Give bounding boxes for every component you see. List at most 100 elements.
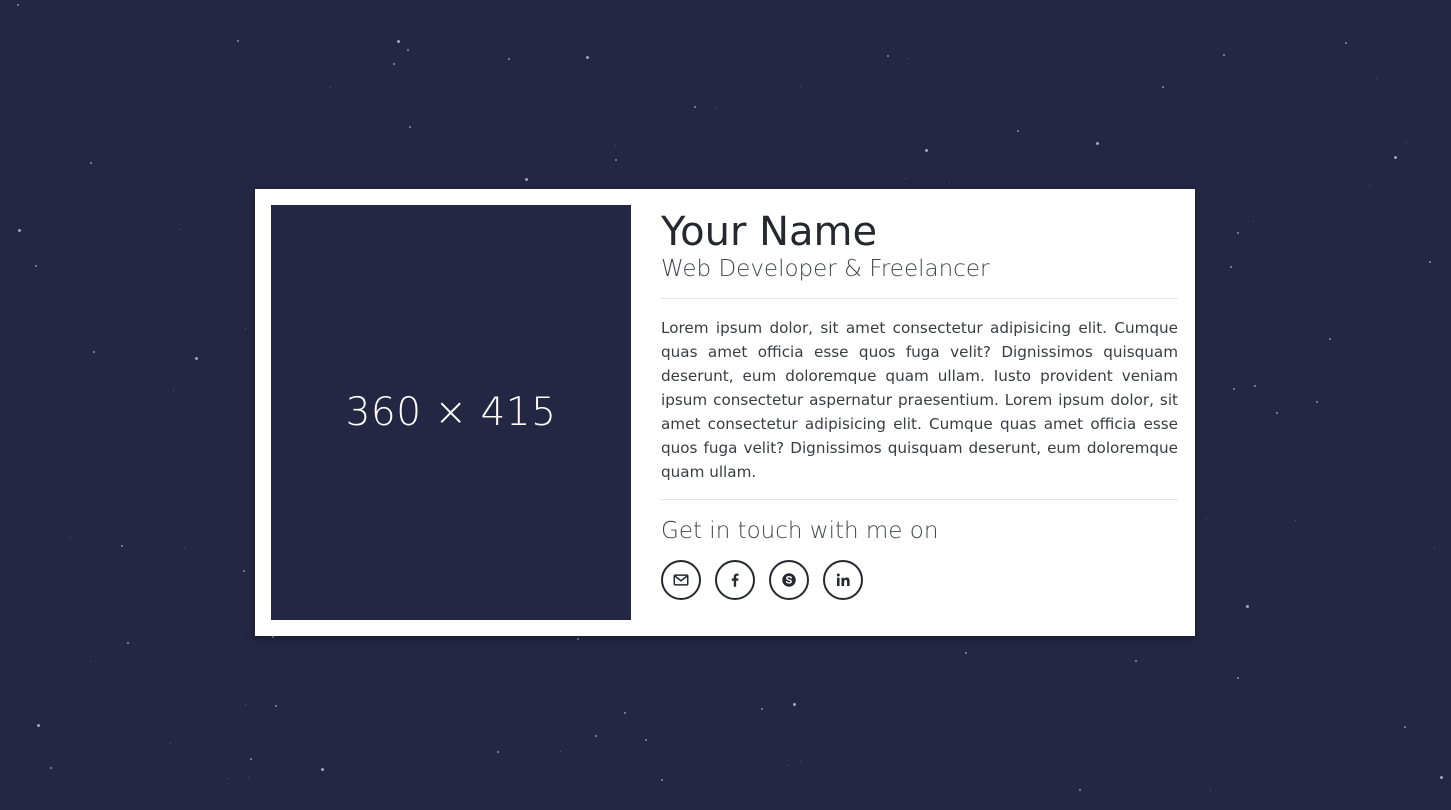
star-dot [1205, 517, 1207, 519]
skype-icon [782, 573, 796, 587]
star-dot [1345, 42, 1347, 44]
star-dot [787, 764, 789, 766]
star-dot [1095, 141, 1099, 145]
star-dot [508, 58, 510, 60]
star-dot [1237, 232, 1239, 234]
star-dot [694, 106, 696, 108]
star-dot [275, 705, 277, 707]
profile-info: Your Name Web Developer & Freelancer Lor… [661, 209, 1178, 600]
star-dot [1393, 155, 1397, 159]
email-icon [673, 574, 689, 586]
star-dot [69, 536, 71, 538]
profile-card: 360 × 415 Your Name Web Developer & Free… [255, 189, 1195, 636]
star-dot [407, 49, 409, 51]
star-dot [17, 228, 21, 232]
star-dot [172, 389, 174, 391]
star-dot [50, 767, 52, 769]
star-dot [761, 708, 763, 710]
star-dot [1162, 86, 1164, 88]
star-dot [396, 39, 400, 43]
star-dot [1230, 266, 1232, 268]
star-dot [906, 57, 908, 59]
profile-name: Your Name [661, 209, 878, 255]
star-dot [595, 735, 597, 737]
star-dot [244, 703, 246, 705]
facebook-button[interactable] [715, 560, 755, 600]
star-dot [1017, 130, 1019, 132]
star-dot [250, 758, 252, 760]
star-dot [393, 63, 395, 65]
star-dot [799, 85, 801, 87]
social-links [661, 560, 1178, 600]
star-dot [93, 351, 95, 353]
star-dot [272, 636, 274, 638]
star-dot [1245, 604, 1249, 608]
star-dot [36, 723, 40, 727]
star-dot [1405, 141, 1407, 143]
star-dot [1237, 677, 1239, 679]
star-dot [1223, 54, 1225, 56]
star-dot [35, 265, 37, 267]
star-dot [661, 779, 663, 781]
star-dot [1375, 77, 1377, 79]
star-dot [121, 545, 123, 547]
star-dot [227, 777, 229, 779]
divider [661, 298, 1178, 299]
star-dot [1276, 412, 1278, 414]
profile-bio: Lorem ipsum dolor, sit amet consectetur … [661, 319, 1178, 481]
star-dot [887, 55, 889, 57]
star-dot [965, 652, 967, 654]
profile-title: Web Developer & Freelancer [661, 256, 990, 282]
star-dot [320, 767, 324, 771]
star-dot [645, 739, 647, 741]
star-dot [1252, 220, 1254, 222]
star-dot [244, 327, 246, 329]
star-dot [1135, 660, 1137, 662]
star-dot [1294, 519, 1296, 521]
star-dot [615, 159, 617, 161]
star-dot [1404, 726, 1406, 728]
star-dot [524, 177, 528, 181]
star-dot [243, 570, 245, 572]
star-dot [799, 760, 801, 762]
contact-heading: Get in touch with me on [661, 518, 939, 544]
star-dot [178, 228, 180, 230]
star-dot [585, 55, 589, 59]
photo-placeholder-label: 360 × 415 [345, 390, 557, 435]
star-dot [1329, 338, 1331, 340]
facebook-icon [731, 573, 739, 587]
star-dot [904, 177, 906, 179]
star-dot [1429, 261, 1431, 263]
star-dot [924, 148, 928, 152]
email-button[interactable] [661, 560, 701, 600]
star-dot [183, 547, 185, 549]
skype-button[interactable] [769, 560, 809, 600]
star-dot [90, 162, 92, 164]
star-dot [169, 742, 171, 744]
star-dot [1316, 401, 1318, 403]
star-dot [1368, 184, 1370, 186]
profile-photo-placeholder: 360 × 415 [271, 205, 631, 620]
star-dot [409, 126, 411, 128]
star-dot [17, 4, 19, 6]
divider [661, 499, 1178, 500]
star-dot [194, 356, 198, 360]
star-dot [715, 107, 717, 109]
star-dot [792, 702, 796, 706]
star-dot [497, 751, 499, 753]
star-dot [1439, 775, 1443, 779]
star-dot [948, 181, 950, 183]
star-dot [1233, 388, 1235, 390]
star-dot [1209, 789, 1211, 791]
linkedin-button[interactable] [823, 560, 863, 600]
star-dot [1433, 547, 1435, 549]
star-dot [559, 750, 561, 752]
page-background: 360 × 415 Your Name Web Developer & Free… [0, 0, 1451, 810]
star-dot [614, 144, 616, 146]
star-dot [624, 712, 626, 714]
star-dot [247, 776, 249, 778]
star-dot [329, 86, 331, 88]
star-dot [237, 40, 239, 42]
linkedin-icon [836, 573, 850, 586]
star-dot [1254, 385, 1256, 387]
